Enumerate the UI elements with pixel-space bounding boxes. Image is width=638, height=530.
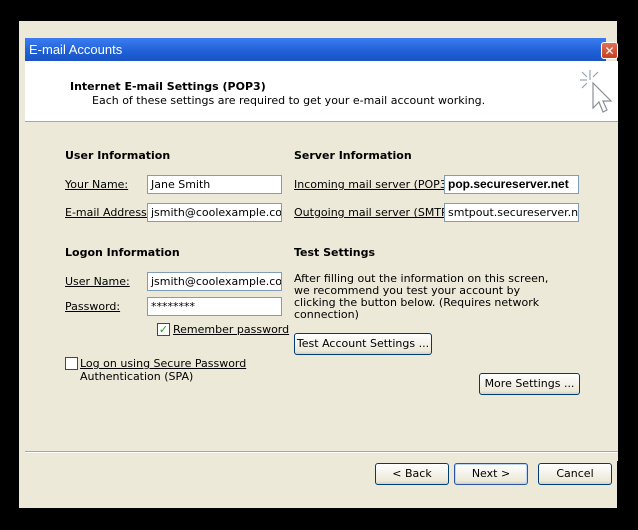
password-label: Password: (65, 300, 121, 313)
logon-info-heading: Logon Information (65, 246, 180, 259)
spa-label-line2: Authentication (SPA) (80, 370, 194, 383)
user-info-heading: User Information (65, 149, 171, 162)
cursor-sparkle-icon (580, 70, 612, 113)
email-address-field[interactable]: jsmith@coolexample.com (147, 203, 282, 222)
test-settings-heading: Test Settings (294, 246, 376, 259)
header-subtitle: Each of these settings are required to g… (92, 94, 486, 107)
remember-password-checkbox[interactable]: ✓ (157, 323, 170, 336)
your-name-label: Your Name: (65, 178, 129, 191)
title-bar: E-mail Accounts (25, 38, 606, 61)
more-settings-button[interactable]: More Settings ... (479, 373, 580, 395)
back-button[interactable]: < Back (375, 463, 449, 485)
email-address-label: E-mail Address: (65, 206, 151, 219)
user-name-label: User Name: (65, 275, 130, 288)
window-title: E-mail Accounts (29, 42, 123, 57)
outgoing-server-field[interactable]: smtpout.secureserver.net (444, 203, 579, 222)
password-field[interactable]: ******** (147, 297, 282, 316)
incoming-server-field[interactable]: pop.secureserver.net (444, 175, 579, 194)
close-button[interactable]: ✕ (601, 42, 618, 59)
user-name-field[interactable]: jsmith@coolexample.com (147, 272, 282, 291)
incoming-server-label: Incoming mail server (POP3): (294, 178, 455, 191)
spa-checkbox[interactable] (65, 357, 78, 370)
footer-divider (25, 451, 618, 453)
outgoing-server-label: Outgoing mail server (SMTP): (294, 206, 456, 219)
close-icon: ✕ (604, 44, 615, 58)
remember-password-label: Remember password (173, 323, 290, 336)
test-settings-description: After filling out the information on thi… (294, 272, 549, 321)
test-account-settings-button[interactable]: Test Account Settings ... (294, 333, 432, 355)
next-button[interactable]: Next > (454, 463, 528, 485)
your-name-field[interactable]: Jane Smith (147, 175, 282, 194)
server-info-heading: Server Information (294, 149, 412, 162)
spa-label-line1: Log on using Secure Password (80, 357, 247, 370)
cancel-button[interactable]: Cancel (538, 463, 612, 485)
header-title: Internet E-mail Settings (POP3) (70, 80, 266, 93)
